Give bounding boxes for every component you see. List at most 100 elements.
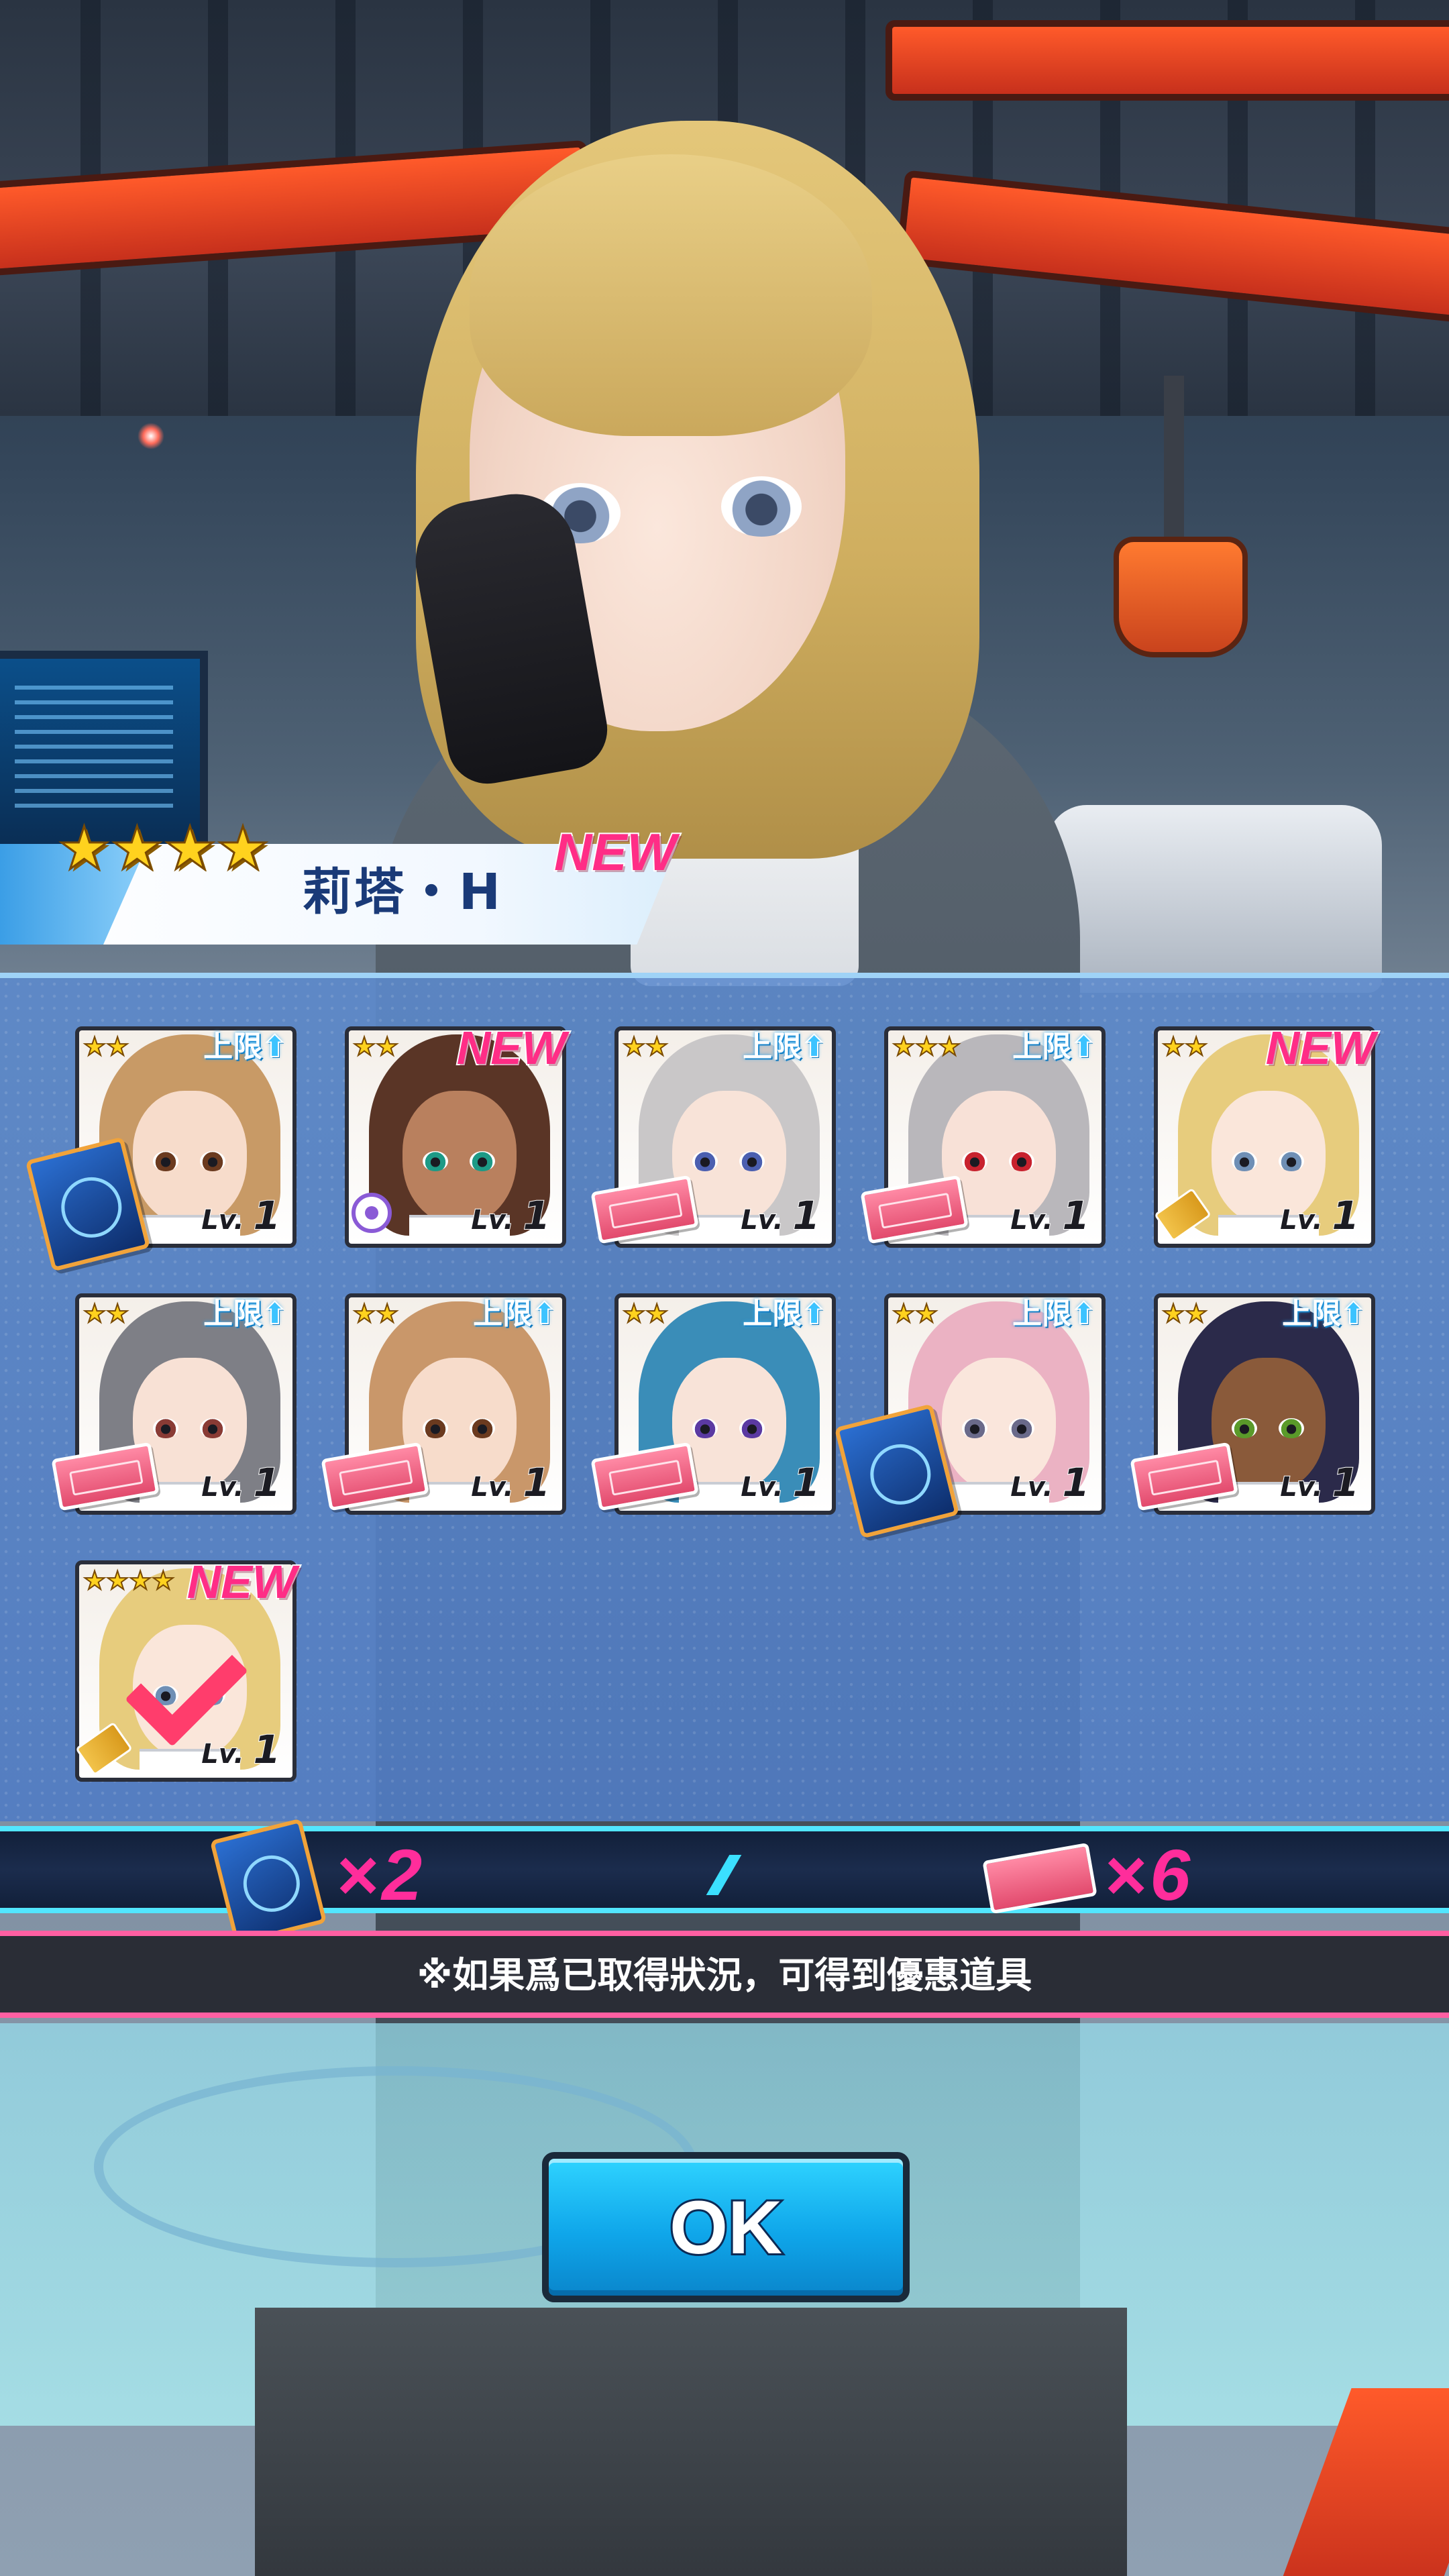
card-rarity-stars: ★★★	[892, 1032, 961, 1061]
crane-rail-top	[885, 20, 1449, 101]
limit-break-label: 上限	[743, 1297, 802, 1331]
character-card[interactable]: ★★ Lv. 1 上限⬆	[1130, 1293, 1375, 1515]
card-rarity-stars: ★★	[352, 1299, 399, 1328]
star-icon: ★★	[1161, 1299, 1208, 1328]
star-icon: ★★	[622, 1299, 669, 1328]
star-icon: ★★	[352, 1032, 399, 1061]
card-level: Lv. 1	[470, 1192, 551, 1239]
level-prefix: Lv.	[201, 1738, 244, 1770]
character-legs	[255, 2308, 1127, 2576]
character-card[interactable]: ★★ Lv. 1 上限⬆	[590, 1293, 836, 1515]
star-icon: ★★	[352, 1299, 399, 1328]
level-value: 1	[253, 1726, 281, 1773]
portrait-eye	[153, 1418, 178, 1438]
limit-break-label: 上限	[473, 1297, 533, 1331]
character-card[interactable]: ★★ Lv. 1 上限⬆	[590, 1026, 836, 1248]
card-rarity-stars: ★★★★	[83, 1566, 175, 1595]
level-prefix: Lv.	[1279, 1471, 1323, 1503]
portrait-eye	[1279, 1418, 1304, 1438]
level-value: 1	[1062, 1192, 1090, 1239]
crane-hook	[1114, 537, 1248, 657]
level-prefix: Lv.	[201, 1204, 244, 1236]
character-name: 莉塔・H	[302, 863, 503, 921]
level-prefix: Lv.	[1279, 1204, 1323, 1236]
level-value: 1	[792, 1459, 820, 1506]
card-rarity-stars: ★★	[83, 1032, 129, 1061]
card-level: Lv. 1	[1010, 1192, 1090, 1239]
arrow-up-icon: ⬆	[801, 1296, 827, 1332]
arrow-up-icon: ⬆	[1071, 1029, 1097, 1065]
level-prefix: Lv.	[1010, 1471, 1053, 1503]
character-card[interactable]: ★★ Lv. 1 上限⬆	[834, 1293, 1106, 1539]
star-icon: ★★	[1161, 1032, 1208, 1061]
ok-button[interactable]: OK	[542, 2152, 910, 2302]
portrait-eye	[1279, 1151, 1304, 1171]
star-icon: ★★	[892, 1299, 938, 1328]
limit-break-badge: 上限⬆	[1275, 1293, 1373, 1336]
limit-break-label: 上限	[1012, 1297, 1072, 1331]
level-prefix: Lv.	[1010, 1204, 1053, 1236]
portrait-eye	[470, 1418, 495, 1438]
portrait-eye	[1232, 1151, 1257, 1171]
portrait-eye	[692, 1151, 718, 1171]
portrait-eye	[423, 1151, 448, 1171]
arrow-up-icon: ⬆	[1071, 1296, 1097, 1332]
limit-break-label: 上限	[203, 1030, 263, 1064]
character-card[interactable]: ★★ Lv. 1 NEW	[1153, 1020, 1377, 1248]
character-card[interactable]: ★★★ Lv. 1 上限⬆	[860, 1026, 1106, 1248]
card-rarity-stars: ★★	[622, 1299, 669, 1328]
star-icon: ★★	[622, 1032, 669, 1061]
new-badge: NEW	[455, 1020, 568, 1075]
new-badge: NEW	[553, 821, 678, 883]
limit-break-badge: 上限⬆	[736, 1293, 833, 1336]
portrait-eye	[470, 1151, 495, 1171]
rarity-stars-icon: ★★★★	[57, 814, 271, 883]
level-prefix: Lv.	[740, 1204, 784, 1236]
character-card[interactable]: ★★★★ Lv. 1 NEW	[74, 1554, 298, 1782]
card-rarity-stars: ★★	[352, 1032, 399, 1061]
level-value: 1	[253, 1459, 281, 1506]
character-card[interactable]: ★★ Lv. 1 上限⬆	[25, 1026, 297, 1272]
card-rarity-stars: ★★	[83, 1299, 129, 1328]
arrow-up-icon: ⬆	[1340, 1296, 1366, 1332]
target-icon	[352, 1193, 392, 1233]
limit-break-label: 上限	[1282, 1297, 1342, 1331]
character-card[interactable]: ★★ Lv. 1 NEW	[345, 1020, 568, 1248]
card-rarity-stars: ★★	[622, 1032, 669, 1061]
portrait-eye	[200, 1418, 225, 1438]
limit-break-label: 上限	[743, 1030, 802, 1064]
card-level: Lv. 1	[1279, 1192, 1360, 1239]
level-prefix: Lv.	[740, 1471, 784, 1503]
portrait-eye	[739, 1151, 765, 1171]
card-rarity-stars: ★★	[1161, 1299, 1208, 1328]
level-value: 1	[1062, 1459, 1090, 1506]
card-rarity-stars: ★★	[892, 1299, 938, 1328]
new-badge: NEW	[1265, 1020, 1377, 1075]
portrait-eye	[423, 1418, 448, 1438]
gacha-results-panel: ★★ Lv. 1 上限⬆ ★★ Lv. 1 NEW ★★ Lv. 1 上限⬆ ★★★ Lv. 1 上限…	[0, 973, 1449, 1821]
level-value: 1	[792, 1192, 820, 1239]
limit-break-badge: 上限⬆	[197, 1293, 294, 1336]
arrow-up-icon: ⬆	[262, 1029, 288, 1065]
portrait-eye	[1009, 1418, 1034, 1438]
character-bangs	[470, 154, 872, 436]
card-level: Lv. 1	[201, 1459, 281, 1506]
card-level: Lv. 1	[1279, 1459, 1360, 1506]
notice-text: ※如果爲已取得狀況，可得到優惠道具	[417, 1954, 1032, 1996]
level-value: 1	[1332, 1192, 1360, 1239]
arrow-up-icon: ⬆	[801, 1029, 827, 1065]
star-icon: ★★	[83, 1299, 129, 1328]
level-prefix: Lv.	[470, 1471, 514, 1503]
level-value: 1	[253, 1192, 281, 1239]
character-card[interactable]: ★★ Lv. 1 上限⬆	[321, 1293, 566, 1515]
card-level: Lv. 1	[470, 1459, 551, 1506]
arrow-up-icon: ⬆	[262, 1296, 288, 1332]
limit-break-badge: 上限⬆	[1006, 1026, 1103, 1069]
character-card[interactable]: ★★ Lv. 1 上限⬆	[51, 1293, 297, 1515]
card-level: Lv. 1	[1010, 1459, 1090, 1506]
level-value: 1	[523, 1459, 551, 1506]
portrait-eye	[962, 1151, 987, 1171]
star-icon: ★★★	[892, 1032, 961, 1061]
portrait-eye	[1232, 1418, 1257, 1438]
crane-cable	[1164, 376, 1184, 550]
